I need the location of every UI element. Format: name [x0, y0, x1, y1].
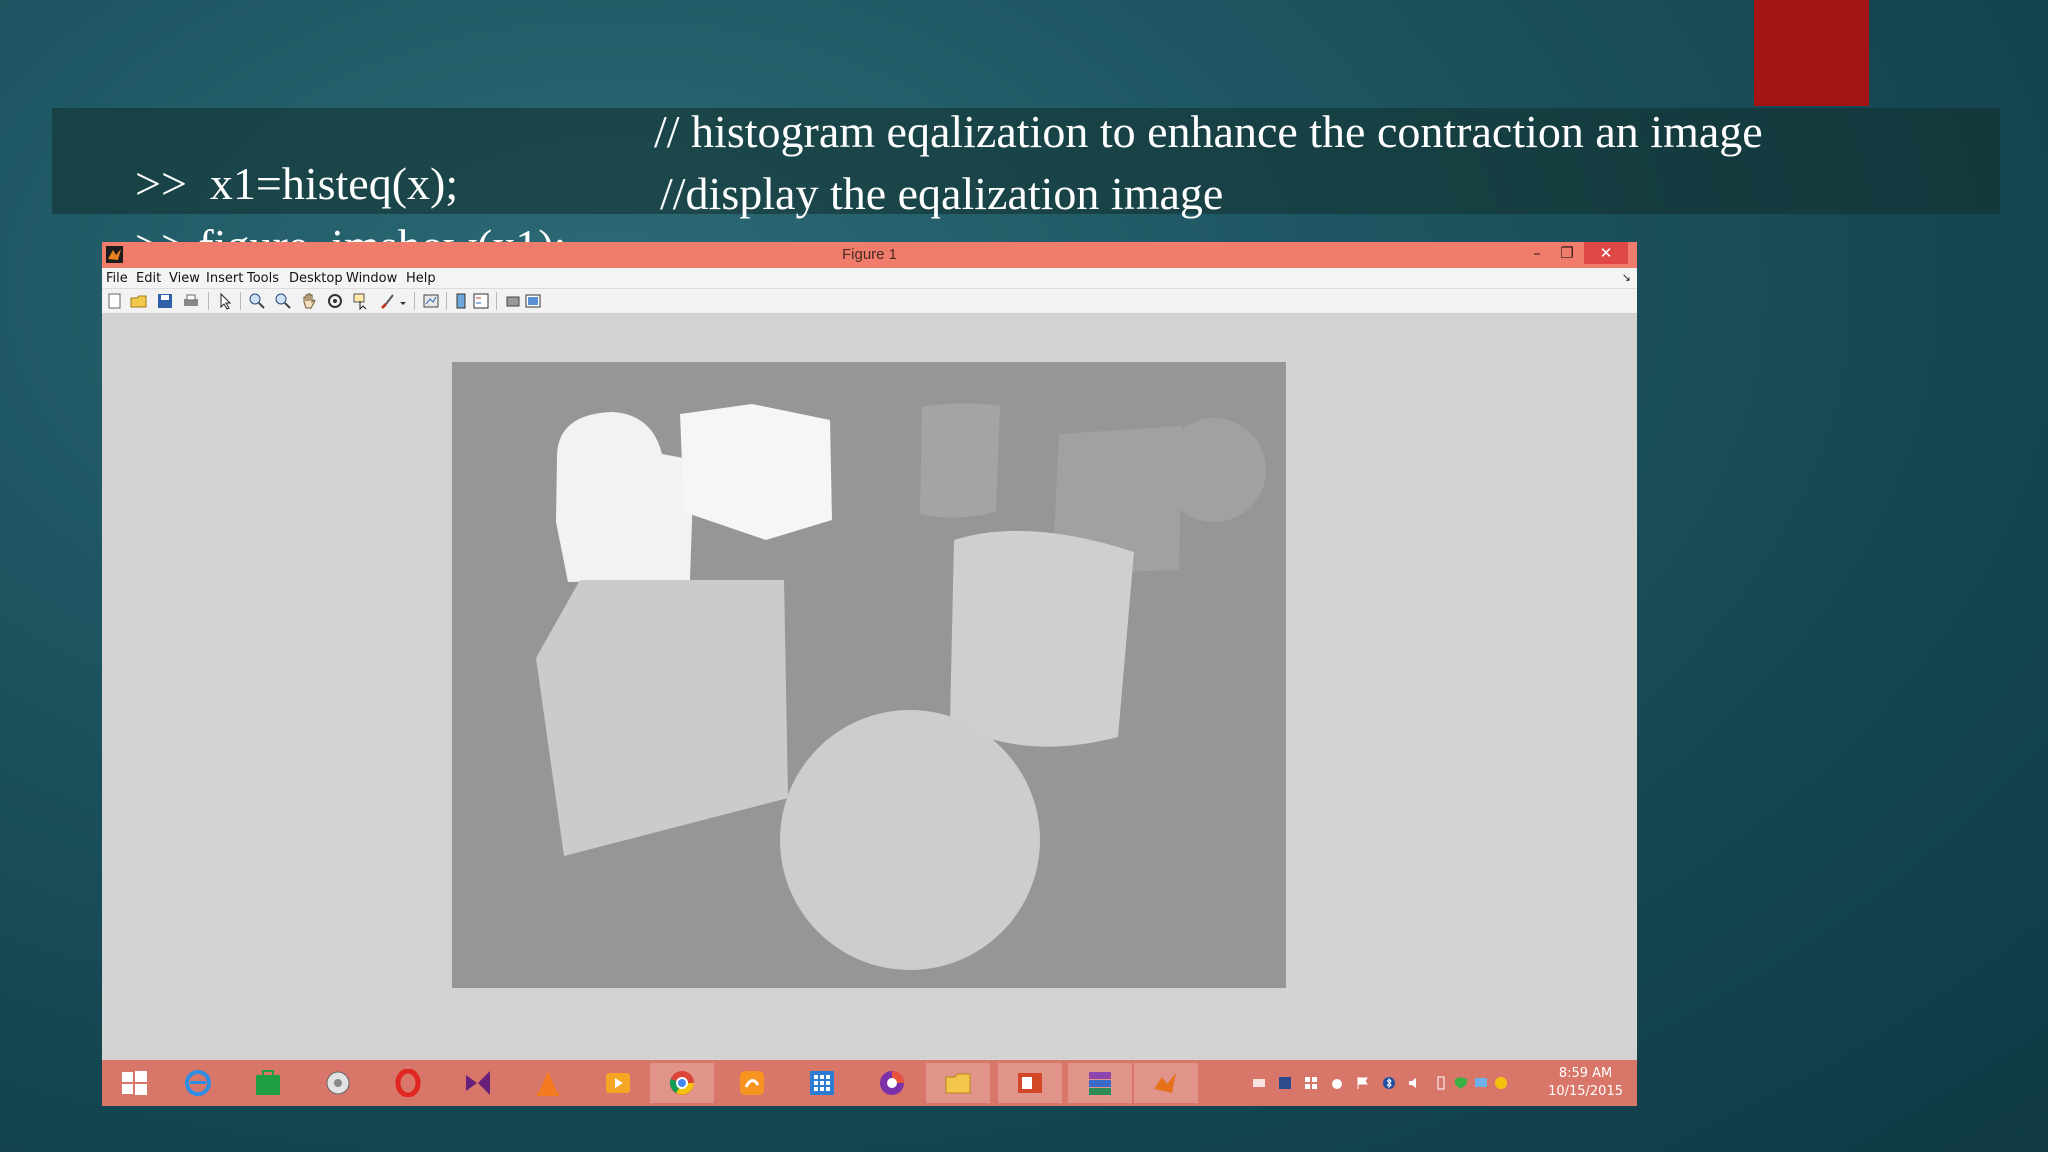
menu-help[interactable]: Help — [406, 271, 436, 286]
tray-flag-icon[interactable] — [1356, 1076, 1370, 1090]
apps-grid-icon[interactable] — [790, 1063, 854, 1103]
window-title: Figure 1 — [841, 246, 898, 263]
matlab-icon[interactable] — [1134, 1063, 1198, 1103]
menu-view[interactable]: View — [169, 271, 200, 286]
toolbar-separator — [240, 292, 241, 310]
zoom-in-icon[interactable] — [248, 292, 266, 310]
title-bar[interactable]: Figure 1 – ❐ ✕ — [102, 242, 1637, 268]
tray-cloud-icon[interactable] — [1330, 1076, 1344, 1090]
menu-desktop[interactable]: Desktop — [289, 271, 343, 286]
equalized-image — [452, 362, 1286, 988]
link-plot-icon[interactable] — [422, 292, 440, 310]
clock-date: 10/15/2015 — [1548, 1084, 1623, 1099]
menu-tools[interactable]: Tools — [247, 271, 279, 286]
toolbar-separator — [446, 292, 447, 310]
uc-browser-icon[interactable] — [720, 1063, 784, 1103]
toolbar-separator — [208, 292, 209, 310]
tray-network-icon[interactable] — [1252, 1076, 1266, 1090]
tray-notification-icon[interactable] — [1494, 1076, 1508, 1090]
new-figure-icon[interactable] — [106, 292, 124, 310]
store-icon[interactable] — [236, 1063, 300, 1103]
tray-battery-icon[interactable] — [1434, 1076, 1448, 1090]
powerpoint-icon[interactable] — [998, 1063, 1062, 1103]
tray-volume-icon[interactable] — [1408, 1076, 1422, 1090]
data-cursor-icon[interactable] — [352, 292, 370, 311]
internet-explorer-icon[interactable] — [166, 1063, 230, 1103]
hide-plot-tools-icon[interactable] — [504, 292, 522, 310]
visual-studio-icon[interactable] — [446, 1063, 510, 1103]
zoom-out-icon[interactable] — [274, 292, 292, 310]
firefox-style-icon[interactable] — [860, 1063, 924, 1103]
menu-file[interactable]: File — [106, 271, 128, 286]
brush-dropdown-icon[interactable] — [398, 292, 408, 310]
vlc-icon[interactable] — [516, 1063, 580, 1103]
tray-app-icon[interactable] — [1278, 1076, 1292, 1090]
winrar-icon[interactable] — [1068, 1063, 1132, 1103]
figure-toolbar — [102, 289, 1637, 314]
video-player-icon[interactable] — [586, 1063, 650, 1103]
brush-icon[interactable] — [378, 292, 396, 310]
pan-icon[interactable] — [300, 292, 318, 310]
clock-time: 8:59 AM — [1558, 1066, 1613, 1081]
restore-button[interactable]: ❐ — [1552, 242, 1582, 264]
pointer-icon[interactable] — [216, 292, 234, 310]
opera-icon[interactable] — [376, 1063, 440, 1103]
menu-bar: File Edit View Insert Tools Desktop Wind… — [102, 268, 1637, 289]
media-center-icon[interactable] — [306, 1063, 370, 1103]
save-icon[interactable] — [156, 292, 174, 310]
rotate-3d-icon[interactable] — [326, 292, 344, 310]
system-clock[interactable]: 8:59 AM 10/15/2015 — [1548, 1065, 1623, 1101]
tray-bluetooth-icon[interactable] — [1382, 1076, 1396, 1090]
tray-display-icon[interactable] — [1474, 1076, 1488, 1090]
show-plot-tools-icon[interactable] — [524, 292, 542, 310]
print-icon[interactable] — [182, 292, 200, 310]
tray-windows-icon[interactable] — [1304, 1076, 1318, 1090]
code-comment-2: //display the eqalization image — [660, 168, 1224, 219]
legend-icon[interactable] — [472, 292, 490, 310]
open-file-icon[interactable] — [130, 292, 148, 310]
menu-insert[interactable]: Insert — [206, 271, 243, 286]
chrome-icon[interactable] — [650, 1063, 714, 1103]
menu-edit[interactable]: Edit — [136, 271, 161, 286]
tray-security-icon[interactable] — [1454, 1076, 1468, 1090]
menu-window[interactable]: Window — [346, 271, 397, 286]
dock-arrow-icon[interactable]: ↘ — [1622, 271, 1631, 284]
toolbar-separator — [414, 292, 415, 310]
file-explorer-icon[interactable] — [926, 1063, 990, 1103]
code-comment-1: // histogram eqalization to enhance the … — [654, 106, 1763, 157]
windows-start-icon[interactable] — [102, 1063, 166, 1103]
toolbar-separator — [496, 292, 497, 310]
accent-square — [1754, 0, 1869, 106]
minimize-button[interactable]: – — [1522, 242, 1552, 264]
close-button[interactable]: ✕ — [1584, 242, 1628, 264]
windows-taskbar: 8:59 AM 10/15/2015 — [102, 1060, 1637, 1106]
colorbar-icon[interactable] — [452, 292, 470, 310]
figure-window: Figure 1 – ❐ ✕ File Edit View Insert Too… — [102, 242, 1637, 1106]
